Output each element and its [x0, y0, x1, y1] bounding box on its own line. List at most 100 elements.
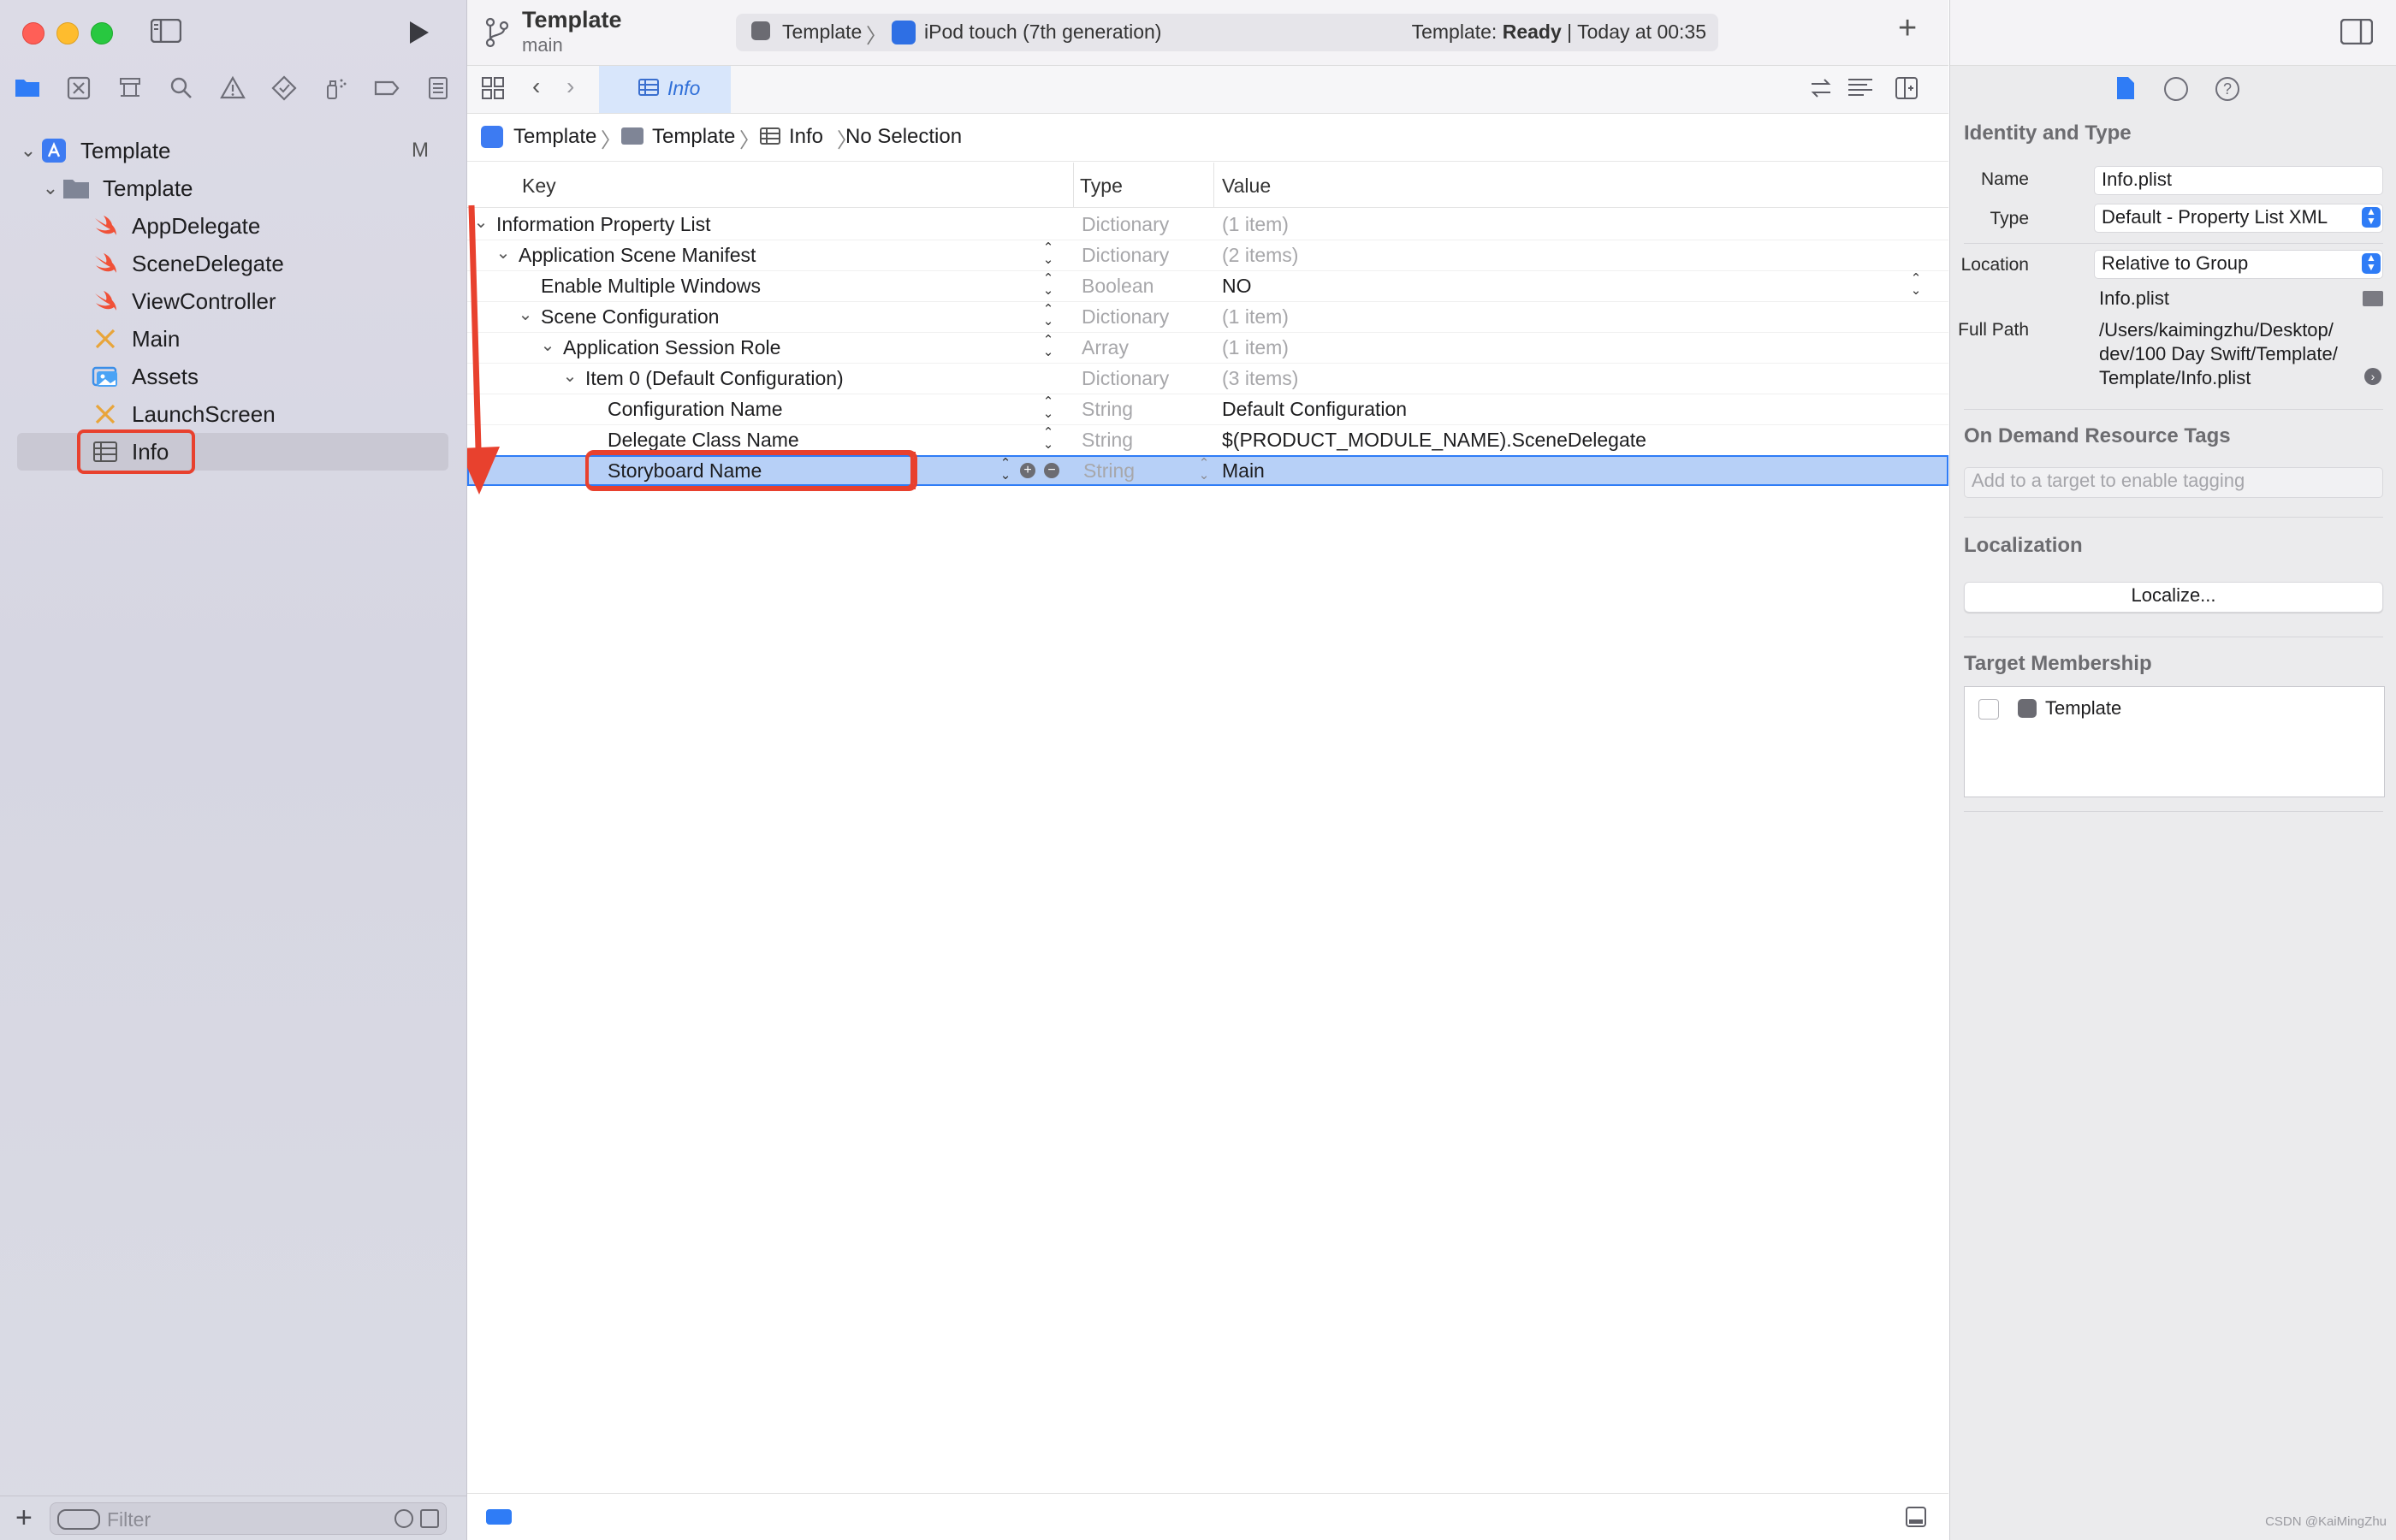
plist-value[interactable]: $(PRODUCT_MODULE_NAME).SceneDelegate	[1222, 429, 1646, 452]
type-popup[interactable]: Default - Property List XML ▲ ▼	[2094, 204, 2383, 233]
scheme-selector[interactable]: Template	[782, 21, 862, 44]
key-stepper-icon[interactable]: ⌃ ⌄	[1041, 303, 1056, 329]
reveal-in-finder-icon[interactable]: ›	[2364, 368, 2381, 385]
value-stepper-icon[interactable]: ⌃ ⌄	[1908, 272, 1924, 299]
help-icon[interactable]: ?	[2215, 77, 2239, 101]
add-button[interactable]: +	[1898, 10, 1917, 47]
branch-icon[interactable]	[484, 17, 510, 48]
close-window-button[interactable]	[22, 22, 44, 44]
column-header-type[interactable]: Type	[1080, 175, 1123, 198]
folder-icon[interactable]	[2363, 291, 2383, 306]
sidebar-item-appdelegate[interactable]: AppDelegate	[17, 207, 449, 245]
sidebar-item-viewcontroller[interactable]: ViewController	[17, 282, 449, 320]
branch-name: main	[522, 34, 563, 56]
column-divider[interactable]	[1073, 163, 1074, 207]
sidebar-item-scenedelegate[interactable]: SceneDelegate	[17, 245, 449, 282]
localize-button[interactable]: Localize...	[1964, 582, 2383, 613]
sidebar-toggle-icon[interactable]	[150, 18, 182, 44]
type-stepper-icon[interactable]: ⌃ ⌄	[1196, 457, 1212, 483]
filter-options-icon[interactable]	[57, 1509, 100, 1530]
plist-type[interactable]: String	[1083, 459, 1135, 483]
grid-icon[interactable]	[481, 76, 505, 100]
history-icon[interactable]	[2164, 77, 2188, 101]
source-control-filter-icon[interactable]	[420, 1509, 439, 1528]
report-icon[interactable]	[423, 75, 454, 106]
forward-arrow-icon[interactable]: ›	[566, 73, 574, 100]
add-editor-icon[interactable]	[1895, 76, 1919, 100]
remove-row-icon[interactable]: −	[1044, 463, 1059, 478]
full-path-label: Full Path	[1958, 320, 2029, 340]
folder-icon[interactable]	[12, 75, 43, 106]
key-stepper-icon[interactable]: ⌃ ⌄	[1041, 241, 1056, 268]
add-icon[interactable]: +	[15, 1502, 33, 1535]
run-button[interactable]	[402, 17, 433, 48]
search-icon[interactable]	[166, 75, 197, 106]
key-stepper-icon[interactable]: ⌃ ⌄	[1041, 395, 1056, 422]
breadcrumb-item[interactable]: Template	[652, 125, 735, 149]
column-header-value[interactable]: Value	[1222, 175, 1271, 198]
debug-area-toggle-icon[interactable]	[1905, 1506, 1927, 1528]
plist-value[interactable]: NO	[1222, 275, 1252, 298]
chevron-right-icon: 〉	[739, 129, 760, 152]
filter-input[interactable]: Filter	[107, 1508, 151, 1531]
swap-arrows-icon[interactable]	[1809, 76, 1833, 100]
key-stepper-icon[interactable]: ⌃ ⌄	[1041, 426, 1056, 453]
target-checkbox[interactable]	[1978, 699, 1999, 720]
key-stepper-icon[interactable]: ⌃ ⌄	[1041, 272, 1056, 299]
sidebar-item-label: SceneDelegate	[132, 250, 284, 276]
sidebar-item-launchscreen[interactable]: LaunchScreen	[17, 395, 449, 433]
name-label: Name	[1980, 169, 2029, 189]
chevron-down-icon[interactable]: ⌄	[17, 139, 39, 162]
plist-type: Boolean	[1082, 275, 1154, 297]
status-time: | Today at 00:35	[1561, 21, 1706, 43]
editor-options-icon[interactable]	[1847, 76, 1874, 100]
key-stepper-icon[interactable]: ⌃ ⌄	[998, 457, 1013, 483]
app-target-icon	[2018, 699, 2037, 718]
key-stepper-icon[interactable]: ⌃ ⌄	[1041, 334, 1056, 360]
modified-badge: M	[412, 139, 429, 162]
chevron-updown-icon[interactable]: ▲ ▼	[2362, 206, 2381, 228]
group-row[interactable]: ⌄ Template	[17, 169, 449, 207]
symbol-navigator-icon[interactable]	[115, 75, 145, 106]
plist-value[interactable]: Default Configuration	[1222, 398, 1407, 421]
name-field[interactable]: Info.plist	[2094, 166, 2383, 195]
breakpoints-toggle-icon[interactable]	[486, 1509, 512, 1525]
location-popup[interactable]: Relative to Group ▲ ▼	[2094, 250, 2383, 279]
filter-field[interactable]: Filter	[50, 1502, 447, 1535]
recent-files-icon[interactable]	[394, 1509, 413, 1528]
breakpoint-icon[interactable]	[371, 75, 402, 106]
breadcrumb-item[interactable]: Template	[513, 125, 596, 149]
sidebar-item-assets[interactable]: Assets	[17, 358, 449, 395]
activity-viewer[interactable]: Template 〉 iPod touch (7th generation) T…	[736, 14, 1718, 51]
target-membership-title: Target Membership	[1964, 652, 2152, 675]
odr-tags-field[interactable]: Add to a target to enable tagging	[1964, 467, 2383, 498]
warning-icon[interactable]	[217, 75, 248, 106]
add-row-icon[interactable]: +	[1020, 463, 1035, 478]
plist-value[interactable]: Main	[1222, 459, 1265, 483]
chevron-down-icon[interactable]: ⌄	[39, 177, 62, 199]
debug-spray-icon[interactable]	[320, 75, 351, 106]
sidebar-item-main[interactable]: Main	[17, 320, 449, 358]
inspector-toggle-icon[interactable]	[2340, 18, 2374, 45]
location-value: Relative to Group	[2102, 252, 2249, 274]
project-row[interactable]: ⌄ Template M	[17, 132, 449, 169]
back-arrow-icon[interactable]: ‹	[532, 73, 540, 100]
toolbar: Template main Template 〉 iPod touch (7th…	[467, 0, 1948, 66]
column-divider[interactable]	[1213, 163, 1214, 207]
column-header-key[interactable]: Key	[522, 175, 556, 198]
breadcrumb-item[interactable]: No Selection	[845, 125, 962, 149]
identity-section-title: Identity and Type	[1964, 121, 2132, 145]
test-diamond-icon[interactable]	[269, 75, 300, 106]
chevron-updown-icon[interactable]: ▲ ▼	[2362, 252, 2381, 274]
destination-selector[interactable]: iPod touch (7th generation)	[924, 21, 1161, 44]
divider	[1964, 811, 2383, 812]
tab-info[interactable]: Info	[599, 66, 731, 113]
source-control-icon[interactable]	[63, 75, 94, 106]
minimize-window-button[interactable]	[56, 22, 79, 44]
zoom-window-button[interactable]	[91, 22, 113, 44]
full-path-line: Template/Info.plist	[2099, 367, 2251, 388]
file-inspector-icon[interactable]	[2114, 75, 2137, 101]
swift-file-icon	[91, 287, 120, 316]
breadcrumb-item[interactable]: Info	[789, 125, 823, 149]
swift-file-icon	[91, 249, 120, 278]
